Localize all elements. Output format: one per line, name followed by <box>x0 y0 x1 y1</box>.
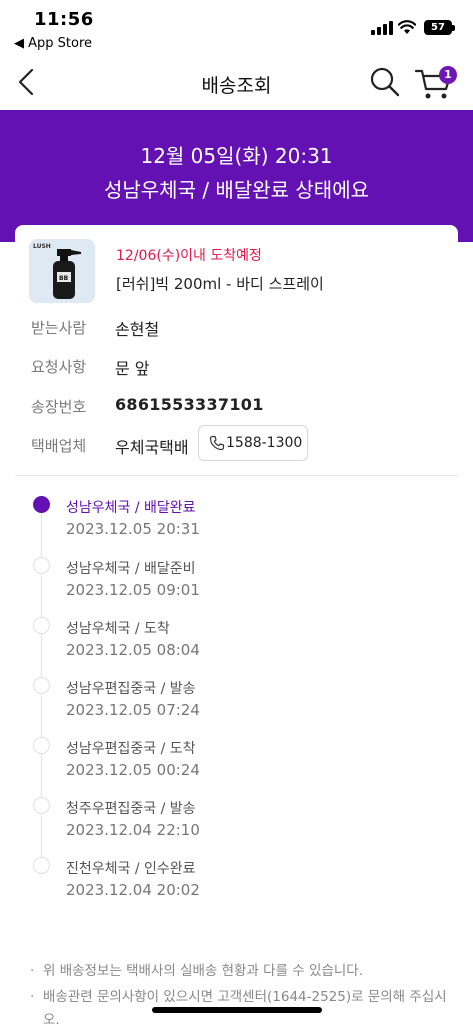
timeline-time: 2023.12.04 22:10 <box>66 821 200 839</box>
timeline-location: 성남우편집중국 / 발송 <box>66 681 196 697</box>
timeline-dot <box>33 617 50 634</box>
timeline-dot <box>33 557 50 574</box>
svg-text:LUSH: LUSH <box>33 243 51 250</box>
recipient-label: 받는사람 <box>31 319 87 337</box>
courier-label: 택배업체 <box>31 437 87 455</box>
top-navigation-bar: 배송조회 <box>0 56 473 110</box>
courier-value: 우체국택배 <box>115 438 189 457</box>
page-title: 배송조회 <box>201 75 272 97</box>
delivery-datetime: 12월 05일(화) 20:31 <box>140 144 333 168</box>
product-image[interactable]: LUSH BB <box>29 239 95 303</box>
timeline-location: 성남우체국 / 배달완료 <box>66 500 196 516</box>
home-indicator <box>152 1007 322 1013</box>
tracking-number-label: 송장번호 <box>31 398 87 416</box>
back-to-app-store-link[interactable]: ◀ App Store <box>14 36 92 51</box>
timeline-location: 성남우편집중국 / 도착 <box>66 741 196 757</box>
svg-text:BB: BB <box>59 275 69 282</box>
timeline-dot-active <box>33 496 50 513</box>
timeline-dot <box>33 737 50 754</box>
timeline-dot <box>33 797 50 814</box>
status-bar: 11:56 ◀ App Store 57 <box>0 0 473 56</box>
delivery-status-banner: 12월 05일(화) 20:31 성남우체국 / 배달완료 상태에요 <box>0 110 473 242</box>
cart-count-badge: 1 <box>439 66 457 84</box>
timeline-time: 2023.12.05 09:01 <box>66 581 200 599</box>
notice-text: 위 배송정보는 택배사의 실배송 현황과 다를 수 있습니다. <box>43 963 363 979</box>
section-divider <box>15 475 458 476</box>
courier-phone-number: 1588-1300 <box>226 435 303 451</box>
notice-text: 배송관련 문의사항이 있으시면 고객센터(1644-2525)로 문의해 주십시… <box>43 989 447 1024</box>
timeline-location: 성남우체국 / 배달준비 <box>66 561 196 577</box>
estimated-arrival: 12/06(수)이내 도착예정 <box>116 248 262 264</box>
recipient-value: 손현철 <box>115 320 160 339</box>
delivery-status-text: 성남우체국 / 배달완료 상태에요 <box>103 178 369 202</box>
request-value: 문 앞 <box>115 359 150 378</box>
timeline-time: 2023.12.04 20:02 <box>66 881 200 899</box>
cellular-signal-icon <box>371 21 393 35</box>
wifi-icon <box>398 20 416 34</box>
timeline-location: 성남우체국 / 도착 <box>66 621 170 637</box>
notice-item: · 배송관련 문의사항이 있으시면 고객센터(1644-2525)로 문의해 주… <box>30 986 455 1024</box>
request-label: 요청사항 <box>31 358 87 376</box>
status-time: 11:56 <box>34 9 94 30</box>
tracking-number-value: 6861553337101 <box>115 395 264 414</box>
phone-icon <box>209 435 225 451</box>
timeline-location: 진천우체국 / 인수완료 <box>66 861 196 877</box>
timeline-dot <box>33 677 50 694</box>
timeline-time: 2023.12.05 20:31 <box>66 520 200 538</box>
timeline-time: 2023.12.05 00:24 <box>66 761 200 779</box>
notice-item: · 위 배송정보는 택배사의 실배송 현황과 다를 수 있습니다. <box>30 960 455 983</box>
timeline-time: 2023.12.05 07:24 <box>66 701 200 719</box>
battery-icon: 57 <box>424 20 455 35</box>
courier-call-button[interactable]: 1588-1300 <box>198 425 308 461</box>
search-icon[interactable] <box>368 65 402 99</box>
timeline-dot <box>33 857 50 874</box>
product-name[interactable]: [러쉬]빅 200ml - 바디 스프레이 <box>116 273 324 294</box>
timeline-time: 2023.12.05 08:04 <box>66 641 200 659</box>
spray-bottle-image: LUSH BB <box>29 239 95 303</box>
timeline-location: 청주우편집중국 / 발송 <box>66 801 196 817</box>
